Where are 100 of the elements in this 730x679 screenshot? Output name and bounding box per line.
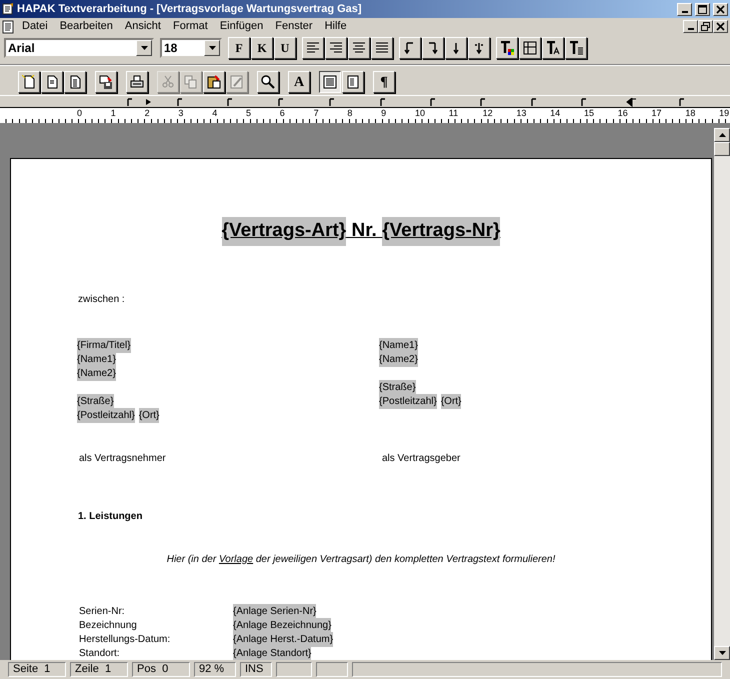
maximize-button[interactable] xyxy=(695,2,710,16)
arrow-down-button[interactable] xyxy=(468,37,490,59)
minimize-button[interactable] xyxy=(677,2,692,16)
menu-item[interactable]: Ansicht xyxy=(118,18,167,35)
status-pane: 92 % xyxy=(194,662,236,677)
align-right-icon xyxy=(329,41,343,55)
ruler-number: 19 xyxy=(719,108,730,118)
heading-text: Nr. xyxy=(350,219,378,243)
justify-button[interactable] xyxy=(371,37,393,59)
dropdown-arrow-icon[interactable] xyxy=(140,46,148,50)
indent-marker-icon xyxy=(145,98,153,107)
printer-button[interactable] xyxy=(126,71,148,93)
tab-stop-icon xyxy=(626,98,637,107)
arrow-down-button[interactable] xyxy=(399,37,421,59)
page-layout-icon xyxy=(323,75,337,89)
font-style-button[interactable] xyxy=(542,37,564,59)
vertical-scrollbar[interactable] xyxy=(714,128,730,660)
scroll-up-icon[interactable] xyxy=(718,133,726,137)
merge-field: {Vertrags-Nr} xyxy=(382,217,500,246)
arrow-down-button[interactable] xyxy=(422,37,444,59)
maximize-icon xyxy=(698,4,707,14)
tab-stop-icon xyxy=(678,98,686,107)
tab-stop-icon xyxy=(530,98,538,107)
scissors-icon xyxy=(161,75,175,89)
merge-field: {Postleitzahl} xyxy=(379,394,437,409)
close-icon xyxy=(716,4,725,14)
paste-button[interactable] xyxy=(203,71,225,93)
intro-text: zwischen : xyxy=(78,292,126,306)
format-button[interactable]: K xyxy=(251,37,273,59)
align-right-button[interactable] xyxy=(325,37,347,59)
new-document-icon xyxy=(45,75,59,89)
text-format-icon xyxy=(569,41,583,55)
close-button[interactable] xyxy=(713,2,728,16)
menu-item[interactable]: Datei xyxy=(16,18,54,35)
restore-icon xyxy=(701,22,710,31)
menu-item[interactable]: Fenster xyxy=(269,18,319,35)
tab-stop-icon xyxy=(328,98,336,107)
menu-item[interactable]: Einfügen xyxy=(214,18,270,35)
field-label: Standort: xyxy=(79,647,121,660)
new-document-button[interactable] xyxy=(18,71,40,93)
restore-button[interactable] xyxy=(698,20,713,33)
dropdown-arrow-icon[interactable] xyxy=(208,46,216,50)
table-button[interactable] xyxy=(519,37,541,59)
format-button[interactable]: U xyxy=(274,37,296,59)
menu-item[interactable]: Bearbeiten xyxy=(54,18,119,35)
tab-stop-icon xyxy=(126,98,134,107)
copy-icon xyxy=(184,75,198,89)
close-icon xyxy=(716,22,725,31)
new-document-icon xyxy=(68,75,82,89)
status-pane: Zeile 1 xyxy=(70,662,128,677)
window-title: HAPAK Textverarbeitung - [Vertragsvorlage Wartungsvertrag Gas] xyxy=(17,2,362,17)
menu-item[interactable]: Hilfe xyxy=(318,18,353,35)
text-color-icon xyxy=(500,41,514,55)
merge-field: {Name2} xyxy=(77,366,116,381)
font-size-combobox[interactable]: 18 xyxy=(160,38,222,58)
text-format-button[interactable] xyxy=(565,37,587,59)
merge-field: {Straße} xyxy=(77,394,114,409)
format-button[interactable]: F xyxy=(228,37,250,59)
toolbar-button[interactable]: A xyxy=(288,71,310,93)
menu-item[interactable]: Format xyxy=(166,18,214,35)
search-icon xyxy=(261,75,275,89)
minimize-button[interactable] xyxy=(683,20,698,33)
merge-field: {Firma/Titel} xyxy=(77,338,131,353)
new-document-button[interactable] xyxy=(64,71,86,93)
printer-icon xyxy=(130,75,144,89)
document-icon xyxy=(2,3,14,15)
align-left-button[interactable] xyxy=(302,37,324,59)
merge-field: {Name1} xyxy=(379,338,418,353)
field-label: Bezeichnung xyxy=(79,619,138,633)
document-icon xyxy=(2,20,16,34)
role-text: als Vertragsnehmer xyxy=(79,452,166,464)
tab-stop-icon xyxy=(176,98,184,107)
align-center-button[interactable] xyxy=(348,37,370,59)
new-document-button[interactable] xyxy=(41,71,63,93)
instruction-text: Hier (in der Vorlage der jeweiligen Vertragsart) den kompletten Vertragstext formulieren! xyxy=(166,552,556,566)
tab-stop-icon xyxy=(277,98,285,107)
close-button[interactable] xyxy=(713,20,728,33)
tab-stop-icon xyxy=(580,98,588,107)
search-button[interactable] xyxy=(257,71,279,93)
text-color-button[interactable] xyxy=(496,37,518,59)
page-layout-button[interactable] xyxy=(319,71,341,93)
merge-field: {Postleitzahl} xyxy=(77,408,135,423)
tab-stop-icon xyxy=(479,98,487,107)
merge-field: {Anlage Serien-Nr} xyxy=(233,604,316,619)
font-combobox[interactable]: Arial xyxy=(4,38,154,58)
field-label: Herstellungs-Datum: xyxy=(79,633,172,647)
merge-field: {Straße} xyxy=(379,380,416,395)
toolbar-button[interactable]: ¶ xyxy=(373,71,395,93)
arrow-down-icon xyxy=(426,41,440,55)
arrow-down-button[interactable] xyxy=(445,37,467,59)
merge-field: {Vertrags-Art} xyxy=(222,217,346,246)
document-view-button[interactable] xyxy=(342,71,364,93)
save-button[interactable] xyxy=(95,71,117,93)
align-left-icon xyxy=(306,41,320,55)
align-center-icon xyxy=(352,41,366,55)
merge-field: {Anlage Herst.-Datum} xyxy=(233,632,334,647)
merge-field: {Ort} xyxy=(440,394,462,409)
scroll-thumb[interactable] xyxy=(714,142,730,156)
scroll-down-icon[interactable] xyxy=(718,651,726,655)
role-text: als Vertragsgeber xyxy=(382,452,460,464)
